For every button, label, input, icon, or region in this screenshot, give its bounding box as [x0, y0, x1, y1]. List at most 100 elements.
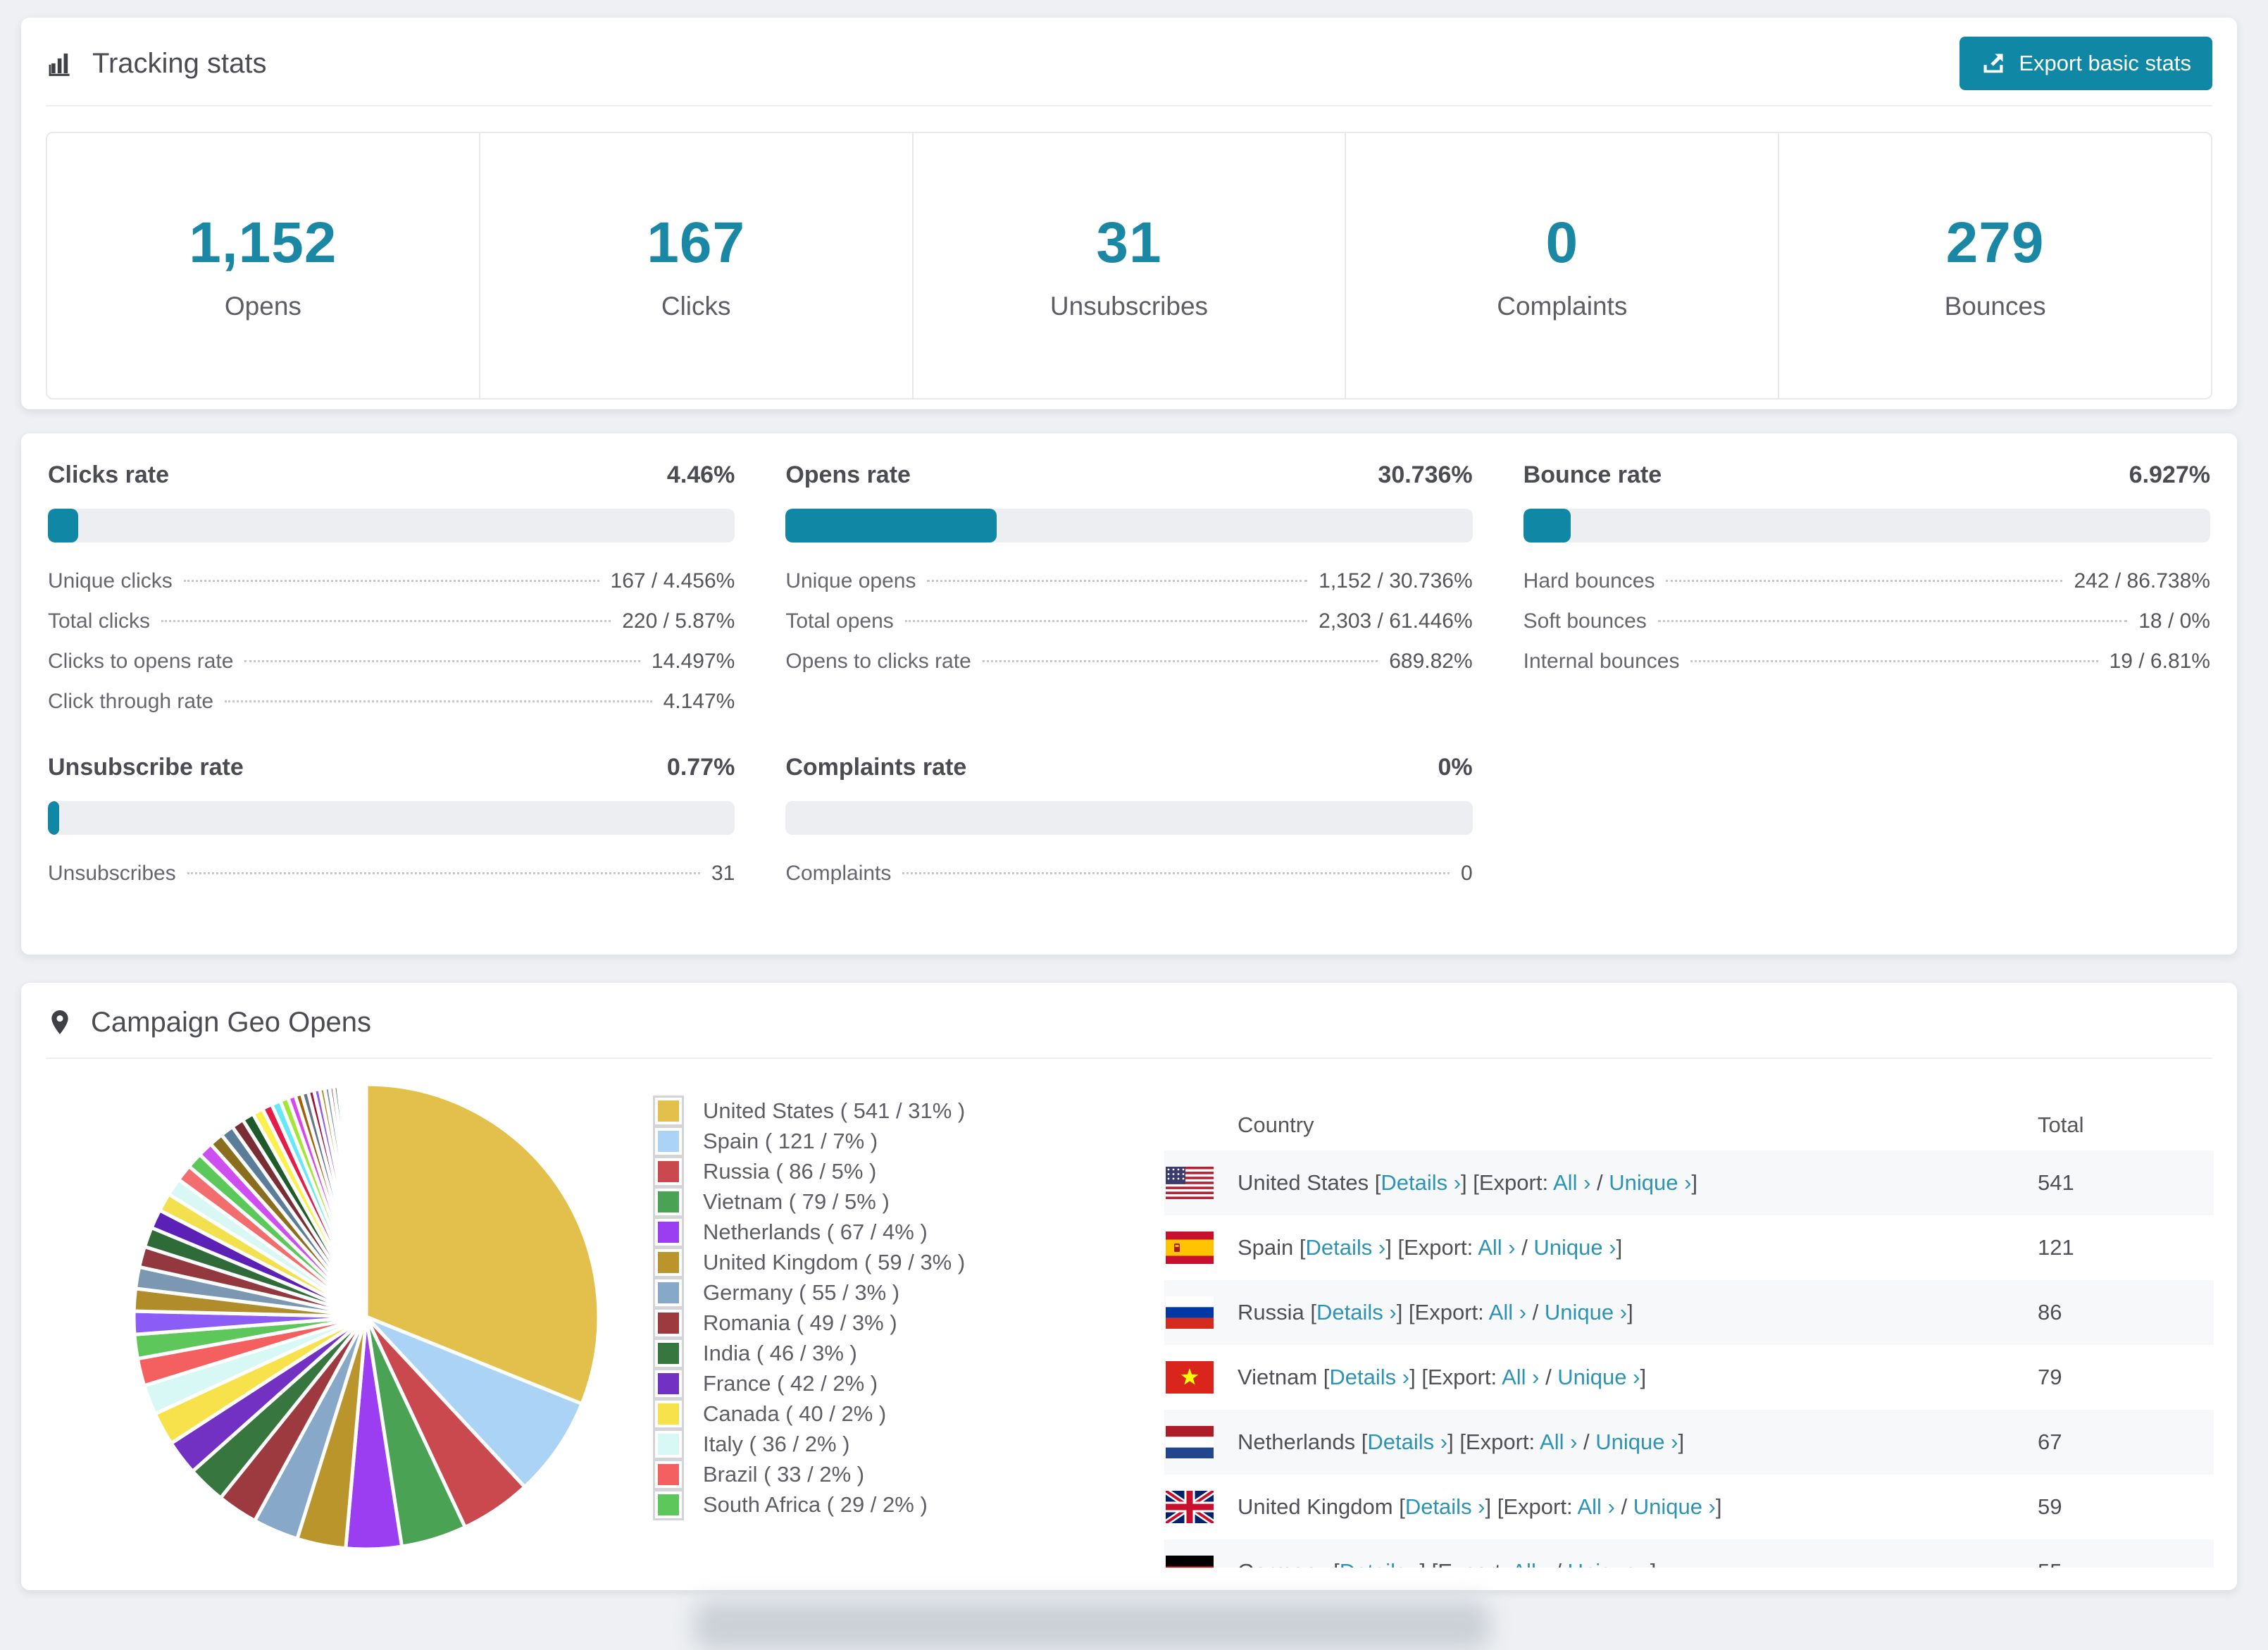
legend-label: Brazil ( 33 / 2% ) [703, 1461, 865, 1487]
rate-detail-row: Clicks to opens rate 14.497% [48, 650, 735, 690]
legend-item-united-states[interactable]: United States ( 541 / 31% ) [653, 1095, 965, 1127]
legend-item-italy[interactable]: Italy ( 36 / 2% ) [653, 1428, 965, 1460]
country-link[interactable]: All › [1577, 1494, 1614, 1519]
country-name: Vietnam [1238, 1365, 1318, 1389]
rate-value: 4.46% [666, 461, 735, 488]
export-basic-stats-button[interactable]: Export basic stats [1959, 37, 2212, 90]
legend-swatch [653, 1489, 684, 1520]
country-link[interactable]: Details › [1381, 1170, 1461, 1195]
link-punctuation: ] [1715, 1494, 1722, 1519]
dotted-leader [1690, 660, 2098, 662]
legend-swatch [653, 1186, 684, 1217]
dotted-leader [904, 620, 1308, 622]
country-name: United States [1238, 1170, 1369, 1195]
country-link[interactable]: Details › [1329, 1365, 1409, 1389]
rate-detail-rows: Unique clicks 167 / 4.456% Total clicks 220… [48, 569, 735, 730]
country-link[interactable]: All › [1553, 1170, 1590, 1195]
detail-label: Click through rate [48, 690, 214, 713]
link-punctuation: ] [Export: [1485, 1494, 1578, 1519]
legend-swatch [653, 1307, 684, 1339]
dotted-leader [1666, 580, 2063, 582]
link-punctuation: / [1550, 1559, 1568, 1568]
rate-detail-rows: Unique opens 1,152 / 30.736% Total opens 2,… [785, 569, 1472, 690]
country-link[interactable]: Unique › [1609, 1170, 1691, 1195]
link-punctuation: [ [1293, 1235, 1306, 1260]
legend-label: United Kingdom ( 59 / 3% ) [703, 1249, 966, 1274]
legend-label: Germany ( 55 / 3% ) [703, 1279, 900, 1305]
rate-head: Unsubscribe rate 0.77% [48, 754, 735, 781]
legend-item-germany[interactable]: Germany ( 55 / 3% ) [653, 1277, 965, 1308]
rate-progress-track [1523, 509, 2210, 542]
country-link[interactable]: All › [1512, 1559, 1549, 1568]
detail-label: Complaints [785, 862, 892, 885]
link-punctuation: ] [1616, 1235, 1623, 1260]
legend-item-netherlands[interactable]: Netherlands ( 67 / 4% ) [653, 1216, 965, 1248]
total-cell: 121 [2038, 1235, 2074, 1260]
detail-value: 2,303 / 61.446% [1319, 609, 1473, 633]
link-punctuation: / [1577, 1429, 1596, 1454]
detail-value: 689.82% [1389, 650, 1473, 673]
legend-item-india[interactable]: India ( 46 / 3% ) [653, 1337, 965, 1369]
tracking-stats-card: Tracking stats Export basic stats 1,152 O… [21, 18, 2237, 409]
legend-item-south-africa[interactable]: South Africa ( 29 / 2% ) [653, 1489, 965, 1520]
stat-label: Complaints [1497, 292, 1628, 321]
rate-progress-fill [785, 509, 997, 542]
rate-detail-row: Unique clicks 167 / 4.456% [48, 569, 735, 609]
link-punctuation: ] [Export: [1419, 1559, 1512, 1568]
detail-label: Internal bounces [1523, 650, 1680, 673]
country-link[interactable]: All › [1489, 1300, 1526, 1325]
country-link[interactable]: Details › [1316, 1300, 1397, 1325]
legend-item-brazil[interactable]: Brazil ( 33 / 2% ) [653, 1458, 965, 1490]
legend-item-france[interactable]: France ( 42 / 2% ) [653, 1367, 965, 1399]
legend-item-united-kingdom[interactable]: United Kingdom ( 59 / 3% ) [653, 1246, 966, 1278]
dotted-leader [902, 872, 1450, 874]
geo-header: Campaign Geo Opens [21, 983, 2237, 1057]
rate-detail-row: Hard bounces 242 / 86.738% [1524, 569, 2210, 609]
legend-item-canada[interactable]: Canada ( 40 / 2% ) [653, 1398, 965, 1429]
rate-progress-track [785, 509, 1473, 542]
rate-detail-row: Soft bounces 18 / 0% [1524, 609, 2210, 650]
country-link[interactable]: Details › [1340, 1559, 1420, 1568]
country-link[interactable]: Details › [1367, 1429, 1447, 1454]
legend-swatch [653, 1337, 684, 1369]
legend-label: Romania ( 49 / 3% ) [703, 1310, 897, 1335]
legend-label: Russia ( 86 / 5% ) [703, 1158, 877, 1184]
country-link[interactable]: Unique › [1545, 1300, 1627, 1325]
legend-item-romania[interactable]: Romania ( 49 / 3% ) [653, 1307, 965, 1339]
detail-value: 242 / 86.738% [2074, 569, 2210, 593]
legend-swatch [653, 1216, 684, 1248]
country-link[interactable]: Details › [1405, 1494, 1485, 1519]
link-punctuation: ] [Export: [1385, 1235, 1478, 1260]
legend-item-vietnam[interactable]: Vietnam ( 79 / 5% ) [653, 1186, 965, 1217]
geo-title: Campaign Geo Opens [91, 1006, 372, 1038]
rate-progress-fill [1523, 509, 1571, 542]
country-link[interactable]: All › [1502, 1365, 1539, 1389]
legend-item-russia[interactable]: Russia ( 86 / 5% ) [653, 1155, 965, 1187]
country-link[interactable]: Unique › [1533, 1235, 1616, 1260]
country-link[interactable]: All › [1540, 1429, 1577, 1454]
country-link[interactable]: Unique › [1568, 1559, 1650, 1568]
vn-flag-icon [1166, 1361, 1214, 1394]
country-name: Spain [1238, 1235, 1294, 1260]
country-link[interactable]: Unique › [1633, 1494, 1716, 1519]
legend-label: Spain ( 121 / 7% ) [703, 1128, 878, 1153]
link-punctuation: [ [1355, 1429, 1368, 1454]
country-link[interactable]: Unique › [1557, 1365, 1640, 1389]
country-name: Germany [1238, 1559, 1327, 1568]
geo-table: Country Total United States [Details ›] … [1164, 1100, 2214, 1568]
country-link[interactable]: Unique › [1595, 1429, 1678, 1454]
legend-label: France ( 42 / 2% ) [703, 1370, 878, 1396]
rate-title: Clicks rate [48, 461, 169, 488]
rate-detail-row: Internal bounces 19 / 6.81% [1524, 650, 2210, 690]
geo-table-row-es: Spain [Details ›] [Export: All › / Uniqu… [1164, 1215, 2214, 1280]
legend-item-spain[interactable]: Spain ( 121 / 7% ) [653, 1125, 965, 1157]
rate-progress-fill [48, 509, 79, 542]
country-link[interactable]: Details › [1306, 1235, 1386, 1260]
country-link[interactable]: All › [1478, 1235, 1515, 1260]
link-punctuation: ] [Export: [1447, 1429, 1540, 1454]
dotted-leader [927, 580, 1308, 582]
rate-block-bounce-rate: Bounce rate 6.927% Hard bounces 242 / 86.73… [1523, 461, 2210, 730]
detail-label: Unique clicks [48, 569, 173, 593]
detail-label: Unsubscribes [48, 862, 176, 885]
stat-value: 167 [647, 211, 746, 275]
